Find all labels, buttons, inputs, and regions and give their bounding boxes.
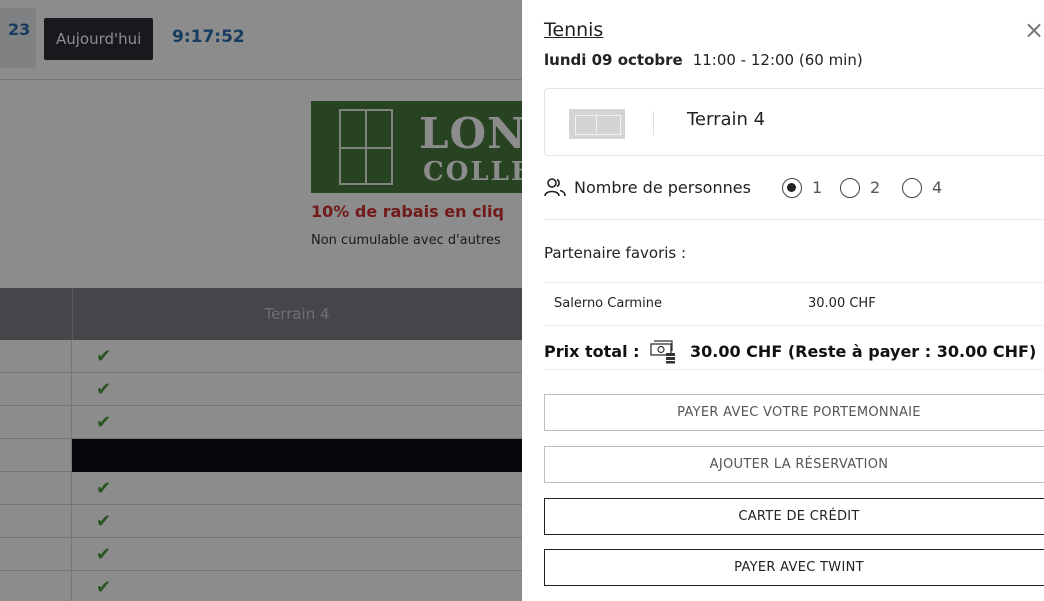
total-price: Prix total : 30.00 CHF (Reste à payer : … (544, 338, 1044, 370)
persons-label: Nombre de personnes (574, 178, 751, 197)
booking-panel: Tennis × lundi 09 octobre 11:00 - 12:00 (… (522, 0, 1044, 601)
persons-radio-1[interactable] (782, 178, 802, 198)
favorite-partner-row[interactable]: Salerno Carmine 30.00 CHF (544, 282, 1044, 326)
credit-card-button[interactable]: CARTE DE CRÉDIT (544, 498, 1044, 535)
court-icon (569, 109, 625, 139)
court-card: Terrain 4 (544, 88, 1044, 156)
total-value: 30.00 CHF (Reste à payer : 30.00 CHF) (690, 342, 1037, 361)
people-icon (544, 178, 566, 197)
favorite-price: 30.00 CHF (808, 296, 876, 311)
close-icon[interactable]: × (1024, 18, 1044, 42)
sport-title-link[interactable]: Tennis (544, 19, 603, 41)
booking-datetime: lundi 09 octobre 11:00 - 12:00 (60 min) (544, 51, 863, 69)
persons-selector: Nombre de personnes 1 2 4 (544, 176, 1044, 220)
pay-wallet-button[interactable]: PAYER AVEC VOTRE PORTEMONNAIE (544, 394, 1044, 431)
total-label: Prix total : (544, 342, 640, 361)
pay-twint-button[interactable]: PAYER AVEC TWINT (544, 549, 1044, 586)
favorite-name: Salerno Carmine (554, 296, 662, 311)
booking-time: 11:00 - 12:00 (60 min) (692, 51, 863, 69)
add-reservation-button[interactable]: AJOUTER LA RÉSERVATION (544, 446, 1044, 483)
persons-radio-2-label: 2 (870, 178, 881, 197)
persons-radio-1-label: 1 (812, 178, 823, 197)
money-icon (650, 340, 675, 364)
court-name: Terrain 4 (687, 109, 766, 130)
favorites-label: Partenaire favoris : (544, 244, 687, 262)
booking-date: lundi 09 octobre (544, 51, 683, 69)
modal-backdrop[interactable] (0, 0, 522, 601)
court-divider (653, 111, 654, 135)
persons-radio-2[interactable] (840, 178, 860, 198)
persons-radio-4[interactable] (902, 178, 922, 198)
persons-radio-4-label: 4 (932, 178, 943, 197)
